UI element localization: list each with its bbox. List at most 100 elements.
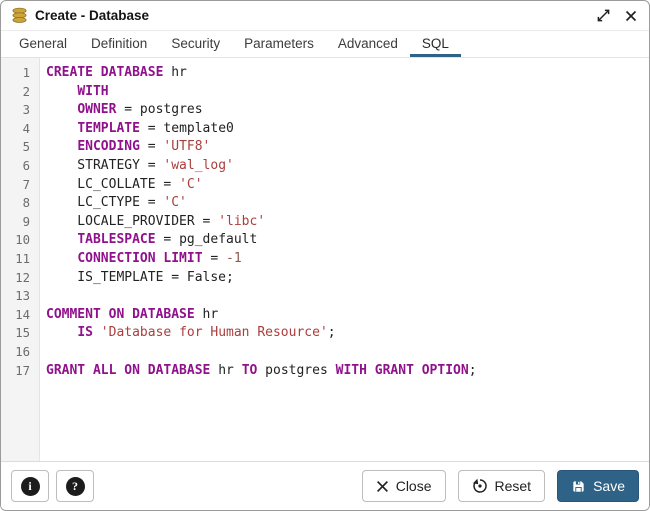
code-line: COMMENT ON DATABASE hr [46, 306, 649, 325]
line-number: 9 [1, 213, 39, 232]
code-line: OWNER = postgres [46, 101, 649, 120]
code-token: LC_COLLATE = [46, 177, 179, 192]
code-line: LOCALE_PROVIDER = 'libc' [46, 213, 649, 232]
code-token: LC_CTYPE = [46, 195, 163, 210]
line-number: 2 [1, 83, 39, 102]
save-icon [571, 479, 586, 494]
line-number: 13 [1, 287, 39, 306]
code-line: WITH [46, 83, 649, 102]
close-icon[interactable] [625, 10, 637, 22]
help-icon: ? [66, 477, 85, 496]
reset-button-label: Reset [495, 478, 532, 494]
tab-security[interactable]: Security [159, 31, 232, 57]
code-token: ; [469, 363, 477, 378]
code-line [46, 343, 649, 362]
code-line: TABLESPACE = pg_default [46, 231, 649, 250]
code-line: IS_TEMPLATE = False; [46, 269, 649, 288]
code-line: LC_CTYPE = 'C' [46, 194, 649, 213]
code-line: LC_COLLATE = 'C' [46, 176, 649, 195]
code-token: = template0 [140, 121, 234, 136]
code-token: 'C' [179, 177, 202, 192]
tab-advanced[interactable]: Advanced [326, 31, 410, 57]
code-token: 'wal_log' [163, 158, 233, 173]
code-token: TEMPLATE [77, 121, 140, 136]
code-token: = postgres [116, 102, 202, 117]
code-token [46, 121, 77, 136]
tab-parameters[interactable]: Parameters [232, 31, 326, 57]
save-button[interactable]: Save [557, 470, 639, 502]
code-token: -1 [226, 251, 242, 266]
code-token: 'C' [163, 195, 186, 210]
code-token: COMMENT ON DATABASE [46, 307, 195, 322]
code-token [46, 232, 77, 247]
help-button[interactable]: ? [56, 470, 94, 502]
line-number: 8 [1, 194, 39, 213]
code-token: IS_TEMPLATE = False; [46, 270, 234, 285]
code-token [46, 251, 77, 266]
line-number: 7 [1, 176, 39, 195]
code-token [46, 325, 77, 340]
code-token: = [140, 139, 163, 154]
code-token: ; [328, 325, 336, 340]
code-token: TO [242, 363, 258, 378]
code-token: WITH [77, 84, 108, 99]
code-line [46, 287, 649, 306]
code-token: 'Database for Human Resource' [101, 325, 328, 340]
code-token: GRANT ALL ON DATABASE [46, 363, 210, 378]
line-number: 16 [1, 343, 39, 362]
code-token [46, 139, 77, 154]
code-token: hr [163, 65, 186, 80]
code-line: CREATE DATABASE hr [46, 64, 649, 83]
line-number: 12 [1, 269, 39, 288]
code-token: CREATE DATABASE [46, 65, 163, 80]
code-area: CREATE DATABASE hr WITH OWNER = postgres… [40, 58, 649, 461]
code-token: STRATEGY = [46, 158, 163, 173]
code-token: hr [195, 307, 218, 322]
line-number: 6 [1, 157, 39, 176]
titlebar: Create - Database [1, 1, 649, 31]
code-token [46, 84, 77, 99]
close-button[interactable]: Close [362, 470, 446, 502]
code-line: TEMPLATE = template0 [46, 120, 649, 139]
code-token: = [203, 251, 226, 266]
tab-bar: GeneralDefinitionSecurityParametersAdvan… [1, 31, 649, 58]
code-token: LOCALE_PROVIDER = [46, 214, 218, 229]
tab-definition[interactable]: Definition [79, 31, 159, 57]
code-line: IS 'Database for Human Resource'; [46, 324, 649, 343]
line-number: 11 [1, 250, 39, 269]
code-token: hr [210, 363, 241, 378]
code-token: OWNER [77, 102, 116, 117]
footer: i ? Close [1, 461, 649, 510]
create-database-dialog: Create - Database GeneralDefinitionSecur… [0, 0, 650, 511]
line-number: 3 [1, 101, 39, 120]
database-icon [11, 7, 28, 24]
code-token: 'UTF8' [163, 139, 210, 154]
code-token: CONNECTION LIMIT [77, 251, 202, 266]
code-line: CONNECTION LIMIT = -1 [46, 250, 649, 269]
line-number: 17 [1, 362, 39, 381]
code-token [93, 325, 101, 340]
line-number-gutter: 1234567891011121314151617 [1, 58, 40, 461]
save-button-label: Save [593, 478, 625, 494]
info-button[interactable]: i [11, 470, 49, 502]
reset-icon [472, 478, 488, 494]
maximize-icon[interactable] [597, 9, 610, 22]
line-number: 1 [1, 64, 39, 83]
info-icon: i [21, 477, 40, 496]
code-token: ENCODING [77, 139, 140, 154]
code-token: WITH GRANT OPTION [336, 363, 469, 378]
dialog-title: Create - Database [35, 8, 149, 23]
code-token: TABLESPACE [77, 232, 155, 247]
line-number: 5 [1, 138, 39, 157]
reset-button[interactable]: Reset [458, 470, 546, 502]
code-line: ENCODING = 'UTF8' [46, 138, 649, 157]
code-token: 'libc' [218, 214, 265, 229]
code-token: = pg_default [156, 232, 258, 247]
tab-general[interactable]: General [7, 31, 79, 57]
line-number: 10 [1, 231, 39, 250]
close-x-icon [376, 480, 389, 493]
line-number: 4 [1, 120, 39, 139]
code-token [46, 102, 77, 117]
tab-sql[interactable]: SQL [410, 31, 461, 57]
sql-editor[interactable]: 1234567891011121314151617 CREATE DATABAS… [1, 58, 649, 461]
